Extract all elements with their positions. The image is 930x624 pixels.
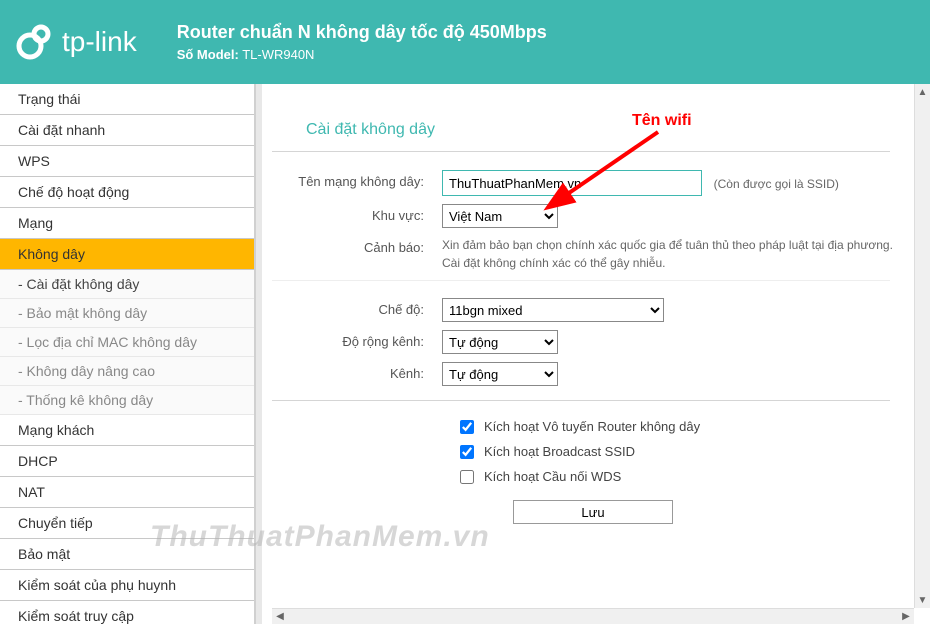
region-select[interactable]: Việt Nam [442,204,558,228]
save-button[interactable]: Lưu [513,500,673,524]
row-channel-width: Độ rộng kênh: Tự động [272,330,914,354]
row-mode: Chế độ: 11bgn mixed [272,298,914,322]
nav-dhcp[interactable]: DHCP [0,446,254,477]
nav-sub-wireless-advanced[interactable]: - Không dây nâng cao [0,357,254,386]
brand-text: tp-link [62,26,137,58]
ssid-hint: (Còn được gọi là SSID) [714,177,839,191]
scroll-up-icon[interactable]: ▲ [915,84,930,100]
nav-operation-mode[interactable]: Chế độ hoạt động [0,177,254,208]
channel-select[interactable]: Tự động [442,362,558,386]
chk-enable-radio[interactable] [460,420,474,434]
ssid-label: Tên mạng không dây: [272,170,442,189]
scroll-right-icon[interactable]: ▶ [898,609,914,624]
nav-quick-setup[interactable]: Cài đặt nhanh [0,115,254,146]
nav-access-control[interactable]: Kiểm soát truy cập [0,601,254,624]
nav-sub-wireless-stats[interactable]: - Thống kê không dây [0,386,254,415]
main-panel: Cài đặt không dây Tên mạng không dây: (C… [262,84,930,624]
nav-status[interactable]: Trạng thái [0,84,254,115]
nav-network[interactable]: Mạng [0,208,254,239]
row-channel: Kênh: Tự động [272,362,914,386]
ssid-input[interactable] [442,170,702,196]
model-value: TL-WR940N [242,47,314,62]
brand-logo: tp-link [16,24,137,60]
nav-sub-wireless-security[interactable]: - Bảo mật không dây [0,299,254,328]
nav-forwarding[interactable]: Chuyển tiếp [0,508,254,539]
nav-sub-mac-filter[interactable]: - Lọc địa chỉ MAC không dây [0,328,254,357]
scroll-down-icon[interactable]: ▼ [915,592,930,608]
row-enable-radio: Kích hoạt Vô tuyến Router không dây [272,419,914,434]
main-scroll-area: Cài đặt không dây Tên mạng không dây: (C… [272,84,914,614]
chwidth-label: Độ rộng kênh: [272,330,442,349]
chwidth-select[interactable]: Tự động [442,330,558,354]
nav-sub-wireless-settings[interactable]: - Cài đặt không dây [0,270,254,299]
nav-parental-control[interactable]: Kiểm soát của phụ huynh [0,570,254,601]
nav-security[interactable]: Bảo mật [0,539,254,570]
chk-enable-radio-label: Kích hoạt Vô tuyến Router không dây [484,419,700,434]
router-title: Router chuẩn N không dây tốc độ 450Mbps [177,22,547,43]
nav-guest-network[interactable]: Mạng khách [0,415,254,446]
router-model: Số Model: TL-WR940N [177,47,547,62]
chk-enable-wds[interactable] [460,470,474,484]
chk-enable-wds-label: Kích hoạt Cầu nối WDS [484,469,621,484]
sidebar-nav: Trạng thái Cài đặt nhanh WPS Chế độ hoạt… [0,84,256,624]
model-label: Số Model: [177,47,239,62]
nav-wps[interactable]: WPS [0,146,254,177]
tp-link-logo-icon [16,24,52,60]
chk-enable-broadcast[interactable] [460,445,474,459]
horizontal-scrollbar[interactable]: ◀ ▶ [272,608,914,624]
row-enable-broadcast: Kích hoạt Broadcast SSID [272,444,914,459]
row-enable-wds: Kích hoạt Cầu nối WDS [272,469,914,484]
nav-wireless[interactable]: Không dây [0,239,254,270]
mode-label: Chế độ: [272,298,442,317]
mode-select[interactable]: 11bgn mixed [442,298,664,322]
channel-label: Kênh: [272,362,442,381]
region-label: Khu vực: [272,204,442,223]
chk-enable-broadcast-label: Kích hoạt Broadcast SSID [484,444,635,459]
app-header: tp-link Router chuẩn N không dây tốc độ … [0,0,930,84]
row-ssid: Tên mạng không dây: (Còn được gọi là SSI… [272,170,914,196]
button-row: Lưu [272,500,914,524]
content-area: Trạng thái Cài đặt nhanh WPS Chế độ hoạt… [0,84,930,624]
header-info: Router chuẩn N không dây tốc độ 450Mbps … [177,22,547,62]
warning-text: Xin đảm bảo bạn chọn chính xác quốc gia … [442,236,894,272]
row-region: Khu vực: Việt Nam [272,204,914,228]
scroll-left-icon[interactable]: ◀ [272,609,288,624]
warning-label: Cảnh báo: [272,236,442,255]
row-warning: Cảnh báo: Xin đảm bảo bạn chọn chính xác… [272,236,914,272]
nav-nat[interactable]: NAT [0,477,254,508]
vertical-scrollbar[interactable]: ▲ ▼ [914,84,930,608]
section-title: Cài đặt không dây [272,85,890,152]
